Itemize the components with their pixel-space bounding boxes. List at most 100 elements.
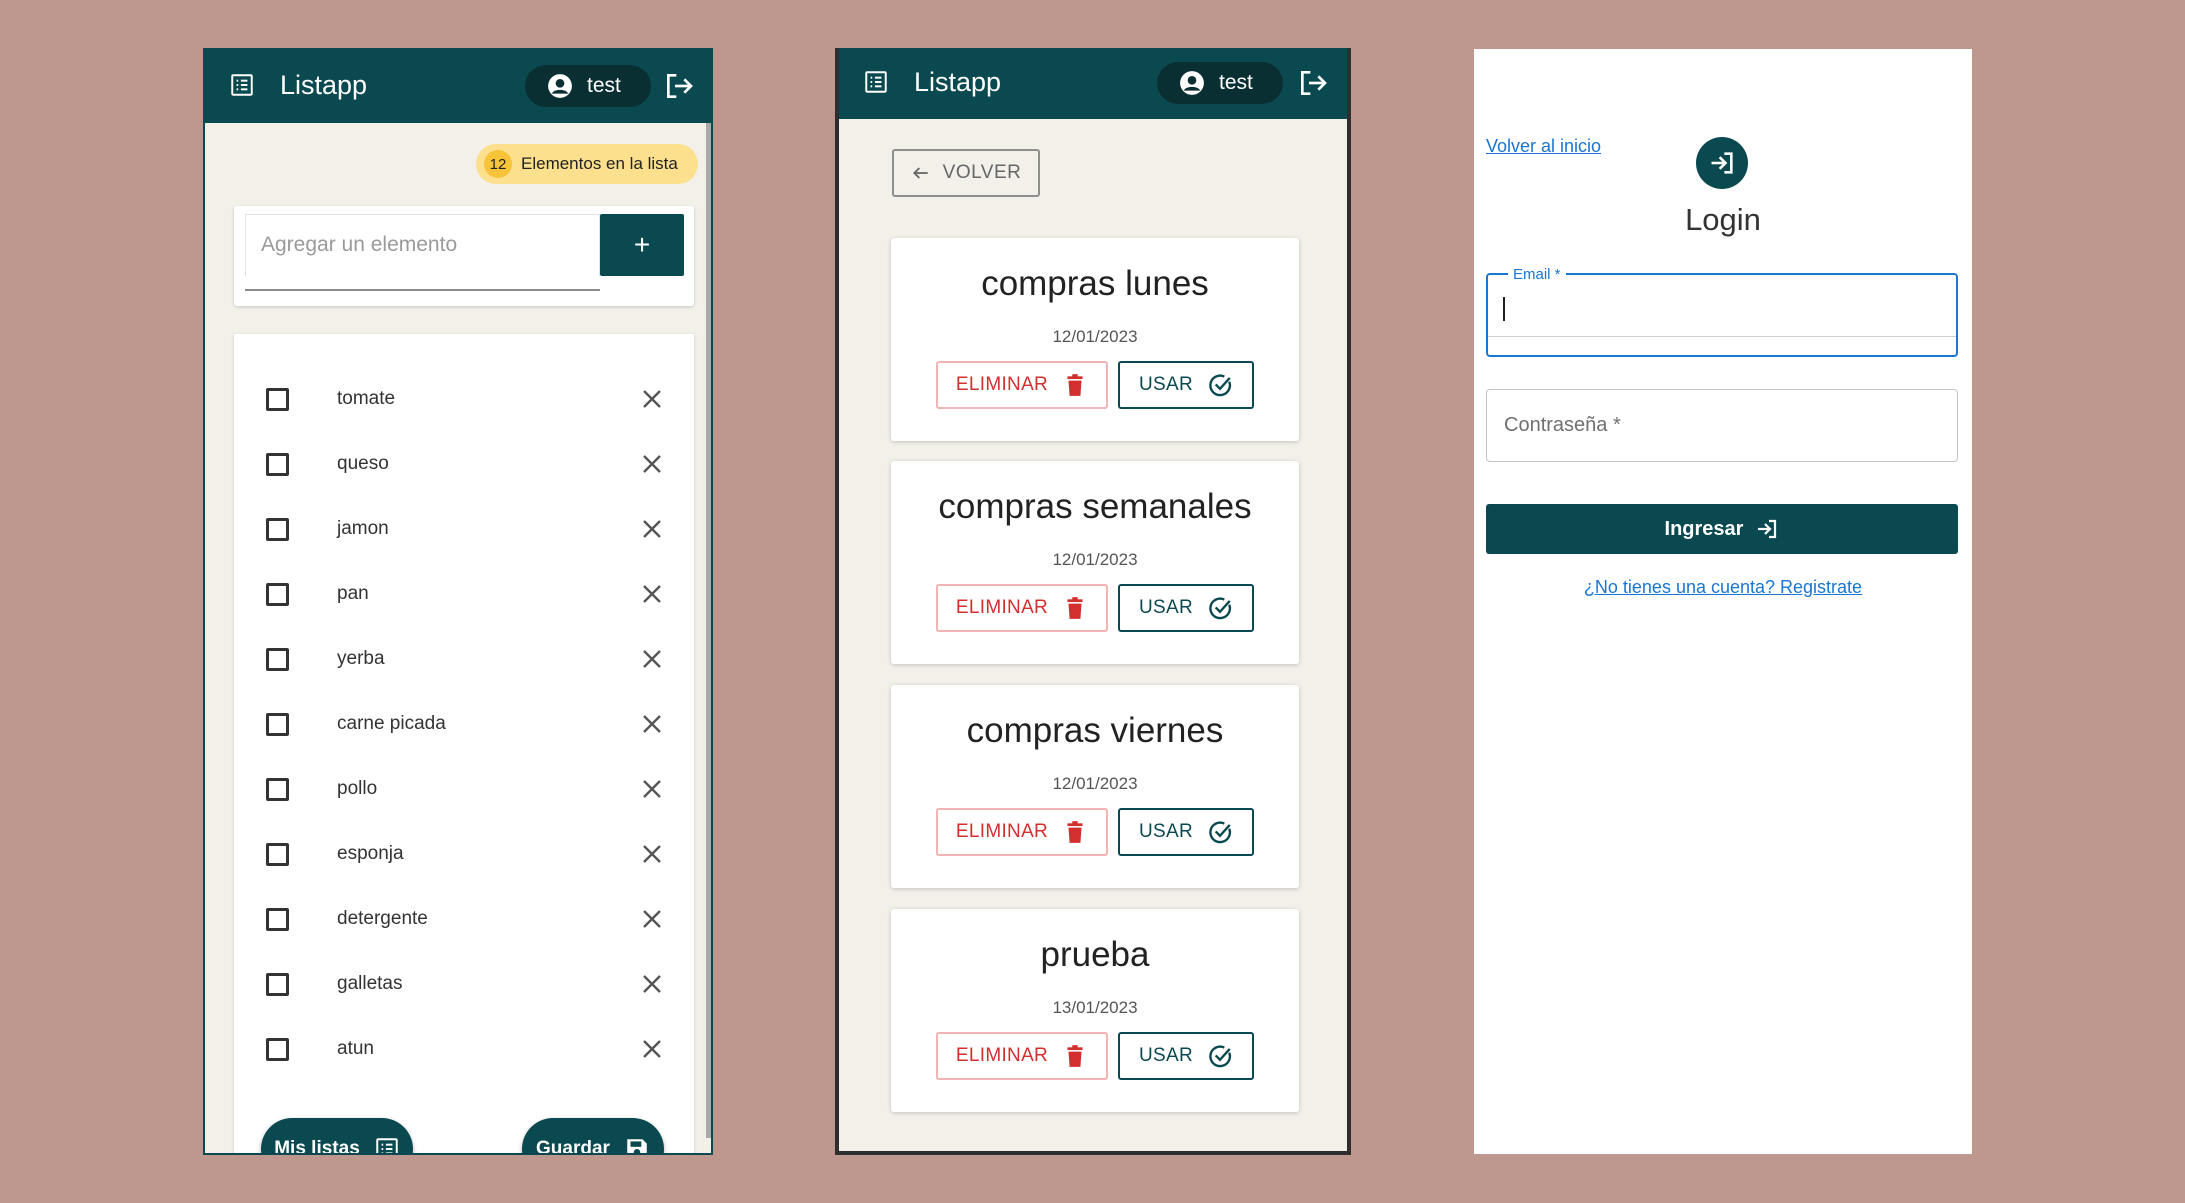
password-field[interactable]: Contraseña * [1486,389,1958,462]
trash-icon [1067,821,1083,843]
remove-icon[interactable] [640,582,664,606]
list-item[interactable]: detergente [234,887,694,951]
remove-icon[interactable] [640,842,664,866]
logout-icon[interactable] [1297,67,1329,99]
list-title: compras semanales [938,487,1252,526]
user-chip[interactable]: test [1157,62,1283,104]
list-date: 13/01/2023 [1052,998,1138,1017]
check-circle-icon [1209,374,1232,397]
list-card: compras semanales 12/01/2023 ELIMINAR US… [891,461,1299,664]
logout-icon[interactable] [663,70,695,102]
list-date: 12/01/2023 [1052,550,1138,569]
list-item[interactable]: tomate [234,367,694,431]
use-label: USAR [1139,821,1193,842]
email-label: Email * [1508,266,1566,283]
items-list: tomate queso jamon pan yerba carne picad… [234,334,694,1153]
back-label: VOLVER [942,162,1022,183]
list-card: compras lunes 12/01/2023 ELIMINAR USAR [891,238,1299,441]
add-item-input[interactable]: Agregar un elemento [245,214,600,276]
register-link[interactable]: ¿No tienes una cuenta? Registrate [1474,577,1972,598]
list-item[interactable]: galletas [234,952,694,1016]
item-checkbox[interactable] [266,648,289,671]
item-checkbox[interactable] [266,583,289,606]
list-item[interactable]: carne picada [234,692,694,756]
delete-label: ELIMINAR [955,1045,1049,1066]
delete-label: ELIMINAR [955,374,1049,395]
remove-icon[interactable] [640,452,664,476]
list-date: 12/01/2023 [1052,774,1138,793]
item-checkbox[interactable] [266,388,289,411]
back-button[interactable]: VOLVER [892,149,1040,197]
use-label: USAR [1139,1045,1193,1066]
item-checkbox[interactable] [266,518,289,541]
item-label: yerba [337,648,385,669]
list-item[interactable]: esponja [234,822,694,886]
use-button[interactable]: USAR [1118,361,1254,409]
app-title: Listapp [914,67,1002,97]
delete-label: ELIMINAR [955,821,1049,842]
item-label: esponja [337,843,404,864]
my-lists-button[interactable]: Mis listas [261,1118,413,1153]
item-checkbox[interactable] [266,713,289,736]
item-label: detergente [337,908,428,929]
remove-icon[interactable] [640,907,664,931]
list-item[interactable]: yerba [234,627,694,691]
item-checkbox[interactable] [266,778,289,801]
remove-icon[interactable] [640,647,664,671]
save-button[interactable]: Guardar [522,1118,664,1153]
remove-icon[interactable] [640,777,664,801]
list-item[interactable]: atun [234,1017,694,1081]
check-circle-icon [1209,821,1232,844]
item-label: carne picada [337,713,446,734]
app-title: Listapp [280,70,368,100]
list-icon[interactable] [863,69,889,95]
user-chip[interactable]: test [525,65,651,107]
remove-icon[interactable] [640,1037,664,1061]
save-icon [627,1139,647,1153]
item-checkbox[interactable] [266,973,289,996]
login-button[interactable]: Ingresar [1486,504,1958,554]
list-item[interactable]: queso [234,432,694,496]
remove-icon[interactable] [640,712,664,736]
delete-label: ELIMINAR [955,597,1049,618]
item-label: galletas [337,973,403,994]
use-label: USAR [1139,597,1193,618]
trash-icon [1067,597,1083,619]
use-button[interactable]: USAR [1118,584,1254,632]
item-checkbox[interactable] [266,843,289,866]
list-icon [376,1138,398,1153]
item-checkbox[interactable] [266,908,289,931]
list-item[interactable]: pollo [234,757,694,821]
text-cursor [1503,297,1505,321]
add-item-button[interactable]: + [600,214,684,276]
password-label: Contraseña * [1504,414,1621,436]
item-checkbox[interactable] [266,453,289,476]
item-checkbox[interactable] [266,1038,289,1061]
login-screen: Volver al inicio Login Email * Contraseñ… [1474,49,1972,1154]
remove-icon[interactable] [640,972,664,996]
list-icon[interactable] [229,72,255,98]
user-name: test [587,74,621,97]
remove-icon[interactable] [640,517,664,541]
list-item[interactable]: pan [234,562,694,626]
login-button-label: Ingresar [1664,517,1744,540]
delete-button[interactable]: ELIMINAR [936,584,1108,632]
arrow-left-icon [912,167,928,179]
remove-icon[interactable] [640,387,664,411]
delete-button[interactable]: ELIMINAR [936,1032,1108,1080]
list-date: 12/01/2023 [1052,327,1138,346]
item-label: queso [337,453,389,474]
item-label: pan [337,583,369,604]
trash-icon [1067,1045,1083,1067]
input-underline [245,289,600,291]
account-circle-icon [548,74,572,98]
delete-button[interactable]: ELIMINAR [936,808,1108,856]
use-button[interactable]: USAR [1118,1032,1254,1080]
list-card: prueba 13/01/2023 ELIMINAR USAR [891,909,1299,1112]
use-button[interactable]: USAR [1118,808,1254,856]
scrollbar[interactable] [706,123,711,1138]
list-item[interactable]: jamon [234,497,694,561]
back-home-link[interactable]: Volver al inicio [1486,136,1601,157]
delete-button[interactable]: ELIMINAR [936,361,1108,409]
email-field[interactable]: Email * [1486,266,1958,357]
